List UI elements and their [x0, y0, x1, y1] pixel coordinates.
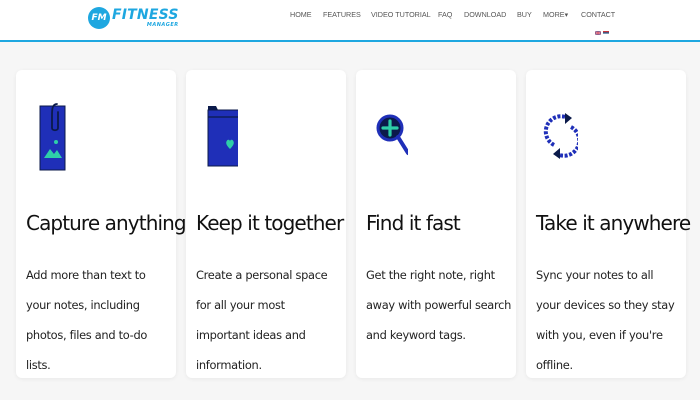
feature-card-take-anywhere: Take it anywhere Sync your notes to all …	[526, 70, 691, 378]
nav-more-dropdown[interactable]: MORE▾	[543, 10, 568, 19]
logo-badge: FM	[88, 7, 110, 29]
feature-card-capture: Capture anything Add more than text to y…	[16, 70, 187, 378]
nav-features[interactable]: FEATURES	[323, 10, 361, 19]
folder-heart-icon	[207, 106, 238, 167]
serbia-flag-icon[interactable]	[603, 31, 609, 35]
logo-subtitle: MANAGER	[146, 22, 179, 28]
card-title: Capture anything	[26, 211, 187, 235]
photo-note-icon	[39, 103, 66, 171]
card-description: Add more than text to your notes, includ…	[26, 268, 148, 372]
card-description: Sync your notes to all your devices so t…	[536, 268, 675, 372]
nav-contact[interactable]: CONTACT	[581, 10, 615, 19]
card-title: Keep it together	[196, 211, 344, 235]
uk-flag-icon[interactable]	[595, 31, 601, 35]
card-description: Get the right note, right away with powe…	[366, 268, 511, 342]
nav-video-tutorial[interactable]: VIDEO TUTORIAL	[371, 10, 431, 19]
feature-card-find-fast: Find it fast Get the right note, right a…	[356, 70, 516, 378]
card-description: Create a personal space for all your mos…	[196, 268, 328, 372]
nav-buy[interactable]: BUY	[517, 10, 532, 19]
sync-icon	[543, 113, 578, 159]
feature-card-keep-together: Keep it together Create a personal space…	[186, 70, 346, 378]
search-icon	[376, 114, 408, 155]
logo-name: FITNESS	[112, 7, 179, 23]
site-header: FM FITNESS MANAGER HOME FEATURES VIDEO T…	[0, 0, 700, 42]
brand-logo[interactable]: FM FITNESS MANAGER	[88, 6, 179, 30]
nav-faq[interactable]: FAQ	[438, 10, 452, 19]
nav-home[interactable]: HOME	[290, 10, 312, 19]
nav-download[interactable]: DOWNLOAD	[464, 10, 506, 19]
card-title: Take it anywhere	[536, 211, 691, 235]
language-switcher	[595, 31, 609, 35]
card-title: Find it fast	[366, 211, 461, 235]
